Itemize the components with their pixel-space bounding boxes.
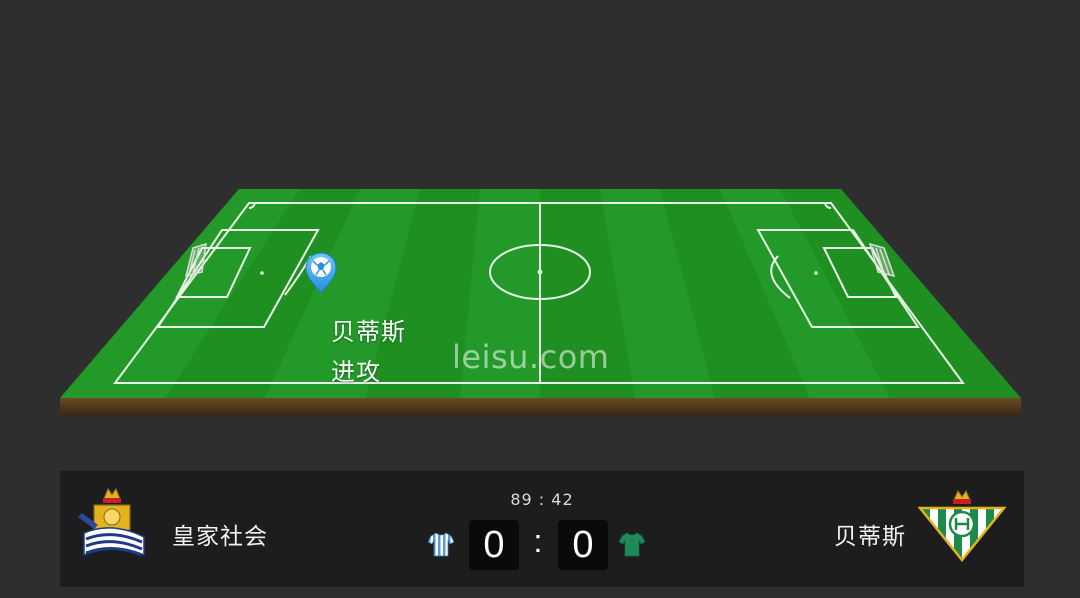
match-clock: 89 : 42 (510, 490, 574, 509)
pitch-soil-edge (60, 398, 1021, 415)
watermark-text: leisu.com (452, 338, 610, 376)
live-match-view: 贝蒂斯 进攻 leisu.com 皇家社会 89 : 42 0: 0 贝蒂斯 (0, 0, 1080, 598)
away-team-name: 贝蒂斯 (834, 524, 906, 550)
home-score: 0 (469, 520, 519, 570)
green-shirt-icon (619, 532, 645, 557)
real-betis-crest-icon (918, 489, 1006, 562)
striped-shirt-icon (428, 532, 454, 557)
football-pitch (60, 189, 1021, 415)
event-action-label: 进攻 (331, 358, 381, 386)
score-separator: : (533, 523, 543, 559)
home-team-name: 皇家社会 (172, 524, 268, 550)
away-score: 0 (558, 520, 608, 570)
center-spot (537, 269, 543, 275)
left-penalty-spot (260, 271, 264, 275)
scoreboard: 皇家社会 89 : 42 0 : 0 贝蒂斯 (60, 471, 1024, 587)
right-penalty-spot (814, 271, 818, 275)
event-team-label: 贝蒂斯 (331, 318, 406, 346)
